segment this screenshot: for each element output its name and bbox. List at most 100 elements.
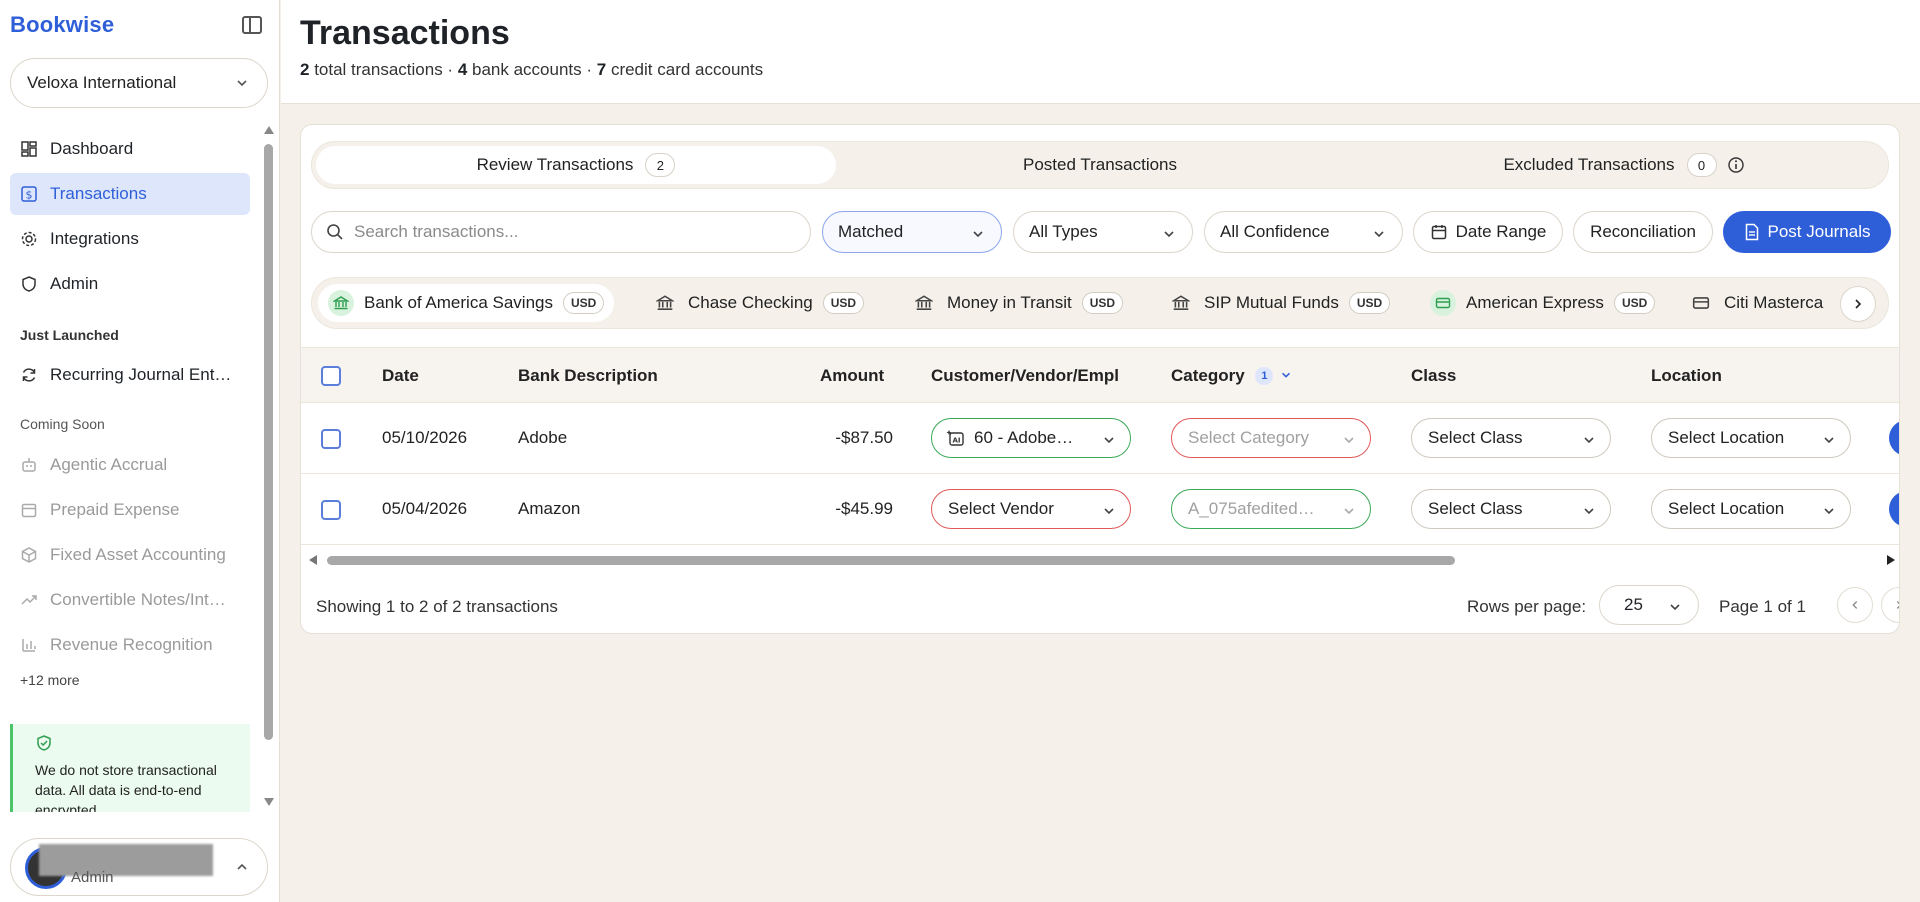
date-range-button[interactable]: Date Range bbox=[1413, 211, 1563, 253]
dashboard-icon bbox=[21, 141, 37, 157]
category-select[interactable]: A_075afedited… bbox=[1171, 489, 1371, 529]
date-range-label: Date Range bbox=[1455, 222, 1547, 241]
currency-badge: USD bbox=[1613, 292, 1656, 314]
sidebar-collapse-icon[interactable] bbox=[242, 16, 262, 34]
row-action-button[interactable] bbox=[1889, 491, 1899, 527]
scroll-left-icon[interactable] bbox=[309, 555, 317, 565]
rows-per-page-label: Rows per page: bbox=[1467, 597, 1587, 616]
sidebar-item-integrations[interactable]: Integrations bbox=[10, 218, 250, 260]
chevron-down-icon bbox=[1344, 508, 1354, 515]
account-name: American Express bbox=[1466, 293, 1604, 312]
rows-per-page-value: 25 bbox=[1624, 595, 1643, 614]
account-chip-sip-mutual-funds[interactable]: SIP Mutual Funds USD bbox=[1158, 284, 1400, 322]
showing-count: Showing 1 to 2 of 2 transactions bbox=[316, 597, 558, 616]
account-name: Chase Checking bbox=[688, 293, 813, 312]
row-checkbox[interactable] bbox=[321, 429, 341, 449]
scroll-up-icon[interactable] bbox=[264, 126, 274, 134]
sidebar-item-recurring-journal[interactable]: Recurring Journal Ent… bbox=[10, 354, 250, 396]
type-filter-dropdown[interactable]: All Types bbox=[1013, 211, 1193, 253]
row-action-button[interactable] bbox=[1889, 420, 1899, 456]
vendor-value: 60 - Adobe… bbox=[974, 428, 1074, 447]
column-header-label: Category bbox=[1171, 366, 1245, 385]
search-box[interactable] bbox=[311, 211, 811, 253]
account-chip-american-express[interactable]: American Express USD bbox=[1420, 284, 1665, 322]
column-header-vendor[interactable]: Customer/Vendor/Empl bbox=[931, 366, 1119, 386]
account-chip-chase-checking[interactable]: Chase Checking USD bbox=[642, 284, 874, 322]
more-features-link[interactable]: +12 more bbox=[20, 672, 80, 688]
status-filter-value: Matched bbox=[838, 222, 904, 241]
calendar-icon bbox=[1431, 225, 1446, 240]
sidebar-item-admin[interactable]: Admin bbox=[10, 263, 250, 305]
sidebar-item-label: Fixed Asset Accounting bbox=[50, 545, 226, 564]
search-input[interactable] bbox=[354, 222, 774, 242]
next-page-button[interactable] bbox=[1881, 587, 1899, 623]
column-header-category[interactable]: Category 1 bbox=[1171, 366, 1292, 386]
bank-icon bbox=[652, 290, 678, 316]
horizontal-scrollbar-thumb[interactable] bbox=[327, 556, 1455, 565]
gear-icon bbox=[21, 231, 37, 247]
prev-page-button[interactable] bbox=[1837, 587, 1873, 623]
sidebar-item-revenue-recognition: Revenue Recognition bbox=[10, 624, 250, 666]
rows-per-page-select[interactable]: 25 bbox=[1599, 585, 1699, 625]
account-chip-bank-of-america-savings[interactable]: Bank of America Savings USD bbox=[318, 284, 615, 322]
sidebar-item-dashboard[interactable]: Dashboard bbox=[10, 128, 250, 170]
location-select[interactable]: Select Location bbox=[1651, 489, 1851, 529]
credit-card-icon bbox=[1430, 290, 1456, 316]
sidebar-item-convertible-notes: Convertible Notes/Int… bbox=[10, 579, 250, 621]
vendor-select[interactable]: Select Vendor bbox=[931, 489, 1131, 529]
sidebar-item-label: Transactions bbox=[50, 184, 147, 203]
class-value: Select Class bbox=[1428, 428, 1523, 447]
table-horizontal-scrollbar[interactable] bbox=[309, 553, 1895, 567]
class-select[interactable]: Select Class bbox=[1411, 489, 1611, 529]
page-summary: 2 total transactions · 4 bank accounts ·… bbox=[300, 60, 763, 80]
brand-logo[interactable]: Bookwise bbox=[10, 12, 114, 38]
vendor-select[interactable]: AI 60 - Adobe… bbox=[931, 418, 1131, 458]
status-filter-dropdown[interactable]: Matched bbox=[822, 211, 1002, 253]
filter-toolbar: Matched All Types All Confidence Date Ra… bbox=[311, 211, 1891, 253]
chevron-down-icon bbox=[1374, 231, 1384, 238]
info-icon[interactable] bbox=[1727, 156, 1745, 174]
category-select[interactable]: Select Category bbox=[1171, 418, 1371, 458]
post-journals-button[interactable]: Post Journals bbox=[1723, 211, 1891, 253]
tab-posted-transactions[interactable]: Posted Transactions bbox=[840, 146, 1360, 184]
sidebar-item-label: Admin bbox=[50, 274, 99, 293]
location-value: Select Location bbox=[1668, 428, 1785, 447]
sidebar-scrollbar-thumb[interactable] bbox=[264, 144, 273, 740]
tab-excluded-transactions[interactable]: Excluded Transactions 0 bbox=[1364, 146, 1884, 184]
scroll-down-icon[interactable] bbox=[264, 798, 274, 806]
class-select[interactable]: Select Class bbox=[1411, 418, 1611, 458]
svg-text:AI: AI bbox=[952, 437, 960, 445]
user-menu[interactable]: Admin bbox=[10, 838, 268, 896]
chevron-left-icon bbox=[1852, 601, 1858, 609]
column-header-amount[interactable]: Amount bbox=[820, 366, 884, 386]
row-checkbox[interactable] bbox=[321, 500, 341, 520]
org-selector[interactable]: Veloxa International bbox=[10, 58, 268, 108]
chevron-down-icon bbox=[1104, 508, 1114, 515]
ai-match-icon: AI bbox=[946, 430, 964, 446]
location-select[interactable]: Select Location bbox=[1651, 418, 1851, 458]
column-header-description[interactable]: Bank Description bbox=[518, 366, 658, 386]
user-name-redacted bbox=[39, 844, 213, 876]
table-header-row: Date Bank Description Amount Customer/Ve… bbox=[301, 347, 1899, 403]
column-header-location[interactable]: Location bbox=[1651, 366, 1722, 386]
chevron-down-icon bbox=[1164, 231, 1174, 238]
sidebar: Bookwise Veloxa International Dashboard … bbox=[0, 0, 280, 902]
chevron-down-icon bbox=[973, 231, 983, 238]
tab-review-transactions[interactable]: Review Transactions 2 bbox=[316, 146, 836, 184]
sidebar-item-transactions[interactable]: $ Transactions bbox=[10, 173, 250, 215]
sidebar-item-label: Dashboard bbox=[50, 139, 134, 158]
security-note-text: We do not store transactional data. All … bbox=[35, 762, 217, 812]
credit-card-icon bbox=[1688, 290, 1714, 316]
confidence-filter-dropdown[interactable]: All Confidence bbox=[1204, 211, 1403, 253]
select-all-checkbox[interactable] bbox=[321, 366, 341, 386]
dollar-icon: $ bbox=[21, 186, 37, 202]
column-header-date[interactable]: Date bbox=[382, 366, 419, 386]
scroll-right-icon[interactable] bbox=[1887, 555, 1895, 565]
org-name: Veloxa International bbox=[27, 73, 177, 92]
account-chip-money-in-transit[interactable]: Money in Transit USD bbox=[901, 284, 1133, 322]
reconciliation-button[interactable]: Reconciliation bbox=[1573, 211, 1713, 253]
accounts-next-button[interactable] bbox=[1840, 286, 1876, 322]
column-header-class[interactable]: Class bbox=[1411, 366, 1456, 386]
chevron-down-icon bbox=[1584, 437, 1594, 444]
account-chip-citi-mastercard[interactable]: Citi Masterca bbox=[1678, 284, 1833, 322]
